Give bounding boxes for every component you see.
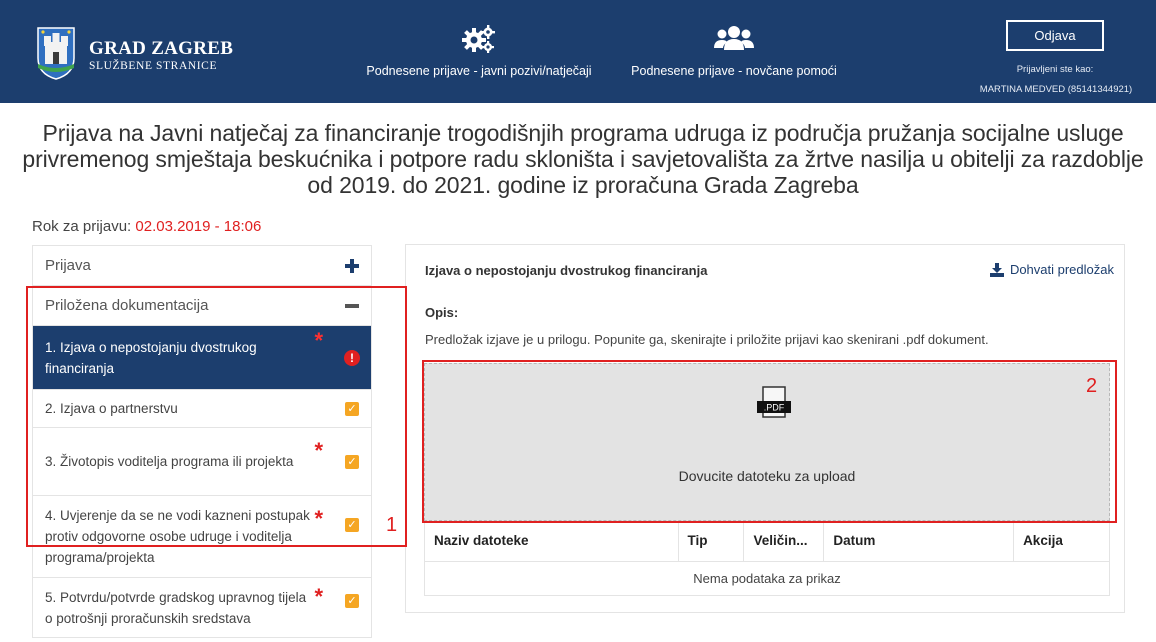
column-header-type[interactable]: Tip <box>677 521 745 562</box>
gears-icon <box>462 25 495 53</box>
description-text: Predložak izjave je u prilogu. Popunite … <box>425 332 989 347</box>
sidebar-item-label: 4. Uvjerenje da se ne vodi kazneni postu… <box>45 508 310 565</box>
logged-in-user: MARTINA MEDVED (85141344921) <box>979 84 1133 95</box>
required-asterisk-icon: * <box>314 328 323 353</box>
column-header-filename[interactable]: Naziv datoteke <box>424 521 679 562</box>
annotation-number-2: 2 <box>1086 375 1098 397</box>
checkbox-checked-icon: ✓ <box>345 454 359 469</box>
brand-title: GRAD ZAGREB <box>89 38 234 59</box>
required-asterisk-icon: * <box>314 438 323 463</box>
nav-submitted-financial-aid-label: Podnesene prijave - novčane pomoći <box>631 64 837 78</box>
sidebar-item-doc-4[interactable]: 4. Uvjerenje da se ne vodi kazneni postu… <box>33 496 371 578</box>
column-header-size[interactable]: Veličin... <box>743 521 825 562</box>
column-header-action: Akcija <box>1013 521 1110 562</box>
deadline-label: Rok za prijavu: <box>32 218 132 235</box>
table-header-row: Naziv datoteke Tip Veličin... Datum Akci… <box>424 521 1110 562</box>
required-asterisk-icon: * <box>314 584 323 609</box>
logged-in-label: Prijavljeni ste kao: <box>1016 64 1094 75</box>
plus-icon[interactable] <box>345 258 359 273</box>
download-template-link[interactable]: Dohvati predložak <box>989 262 1114 277</box>
empty-table-message: Nema podataka za prikaz <box>424 560 1110 596</box>
panel-title: Izjava o nepostojanju dvostrukog financi… <box>425 263 708 278</box>
sidebar-item-doc-2[interactable]: 2. Izjava o partnerstvu ✓ <box>33 390 371 428</box>
nav-submitted-financial-aid[interactable]: Podnesene prijave - novčane pomoći <box>622 24 846 78</box>
sidebar-section-prijava[interactable]: Prijava <box>33 246 371 286</box>
download-template-label: Dohvati predložak <box>1009 262 1114 277</box>
sidebar-item-doc-5[interactable]: 5. Potvrdu/potvrde gradskog upravnog tij… <box>33 578 371 638</box>
dropzone-text: Dovucite datoteku za upload <box>678 468 856 484</box>
table-row: Nema podataka za prikaz <box>424 560 1110 596</box>
pdf-file-icon: .PDF <box>757 386 791 418</box>
deadline: Rok za prijavu: 02.03.2019 - 18:06 <box>32 218 261 235</box>
users-icon <box>714 26 754 50</box>
error-icon: ! <box>344 349 360 366</box>
document-panel: Izjava o nepostojanju dvostrukog financi… <box>405 244 1125 613</box>
sidebar-item-label: 5. Potvrdu/potvrde gradskog upravnog tij… <box>45 589 307 626</box>
download-icon <box>989 262 1004 277</box>
sidebar-section-prijava-label: Prijava <box>45 257 91 274</box>
logout-button[interactable]: Odjava <box>1006 20 1104 51</box>
checkbox-checked-icon: ✓ <box>345 594 359 608</box>
checkbox-checked-icon: ✓ <box>345 401 359 416</box>
nav-submitted-calls[interactable]: Podnesene prijave - javni pozivi/natječa… <box>362 24 596 78</box>
sidebar-item-label: 1. Izjava o nepostojanju dvostrukog fina… <box>45 339 257 376</box>
sidebar-section-documents[interactable]: Priložena dokumentacija <box>33 286 371 326</box>
pdf-file-icon-label: .PDF <box>764 403 785 413</box>
minus-icon[interactable] <box>345 299 359 313</box>
checkbox-checked-icon: ✓ <box>345 518 359 532</box>
brand-subtitle: SLUŽBENE STRANICE <box>89 60 218 72</box>
sidebar-section-documents-label: Priložena dokumentacija <box>45 297 209 314</box>
top-bar: GRAD ZAGREB SLUŽBENE STRANICE Podnesene … <box>0 0 1156 103</box>
nav-submitted-calls-label: Podnesene prijave - javni pozivi/natječa… <box>366 64 592 78</box>
zagreb-coat-of-arms-logo[interactable] <box>36 24 76 80</box>
sidebar-item-label: 2. Izjava o partnerstvu <box>45 401 178 416</box>
page-title: Prijava na Javni natječaj za financiranj… <box>22 120 1144 198</box>
required-asterisk-icon: * <box>314 506 323 531</box>
file-dropzone[interactable]: .PDF Dovucite datoteku za upload <box>424 363 1110 521</box>
deadline-value: 02.03.2019 - 18:06 <box>135 218 262 235</box>
column-header-date[interactable]: Datum <box>823 521 1015 562</box>
description-label: Opis: <box>425 305 459 320</box>
sidebar-item-doc-3[interactable]: 3. Životopis voditelja programa ili proj… <box>33 428 371 496</box>
uploaded-files-table: Naziv datoteke Tip Veličin... Datum Akci… <box>424 521 1110 596</box>
sidebar-item-doc-1[interactable]: 1. Izjava o nepostojanju dvostrukog fina… <box>33 326 371 390</box>
annotation-number-1: 1 <box>386 514 398 536</box>
sidebar: Prijava Priložena dokumentacija 1. Izjav… <box>32 245 372 638</box>
sidebar-item-label: 3. Životopis voditelja programa ili proj… <box>45 454 294 469</box>
